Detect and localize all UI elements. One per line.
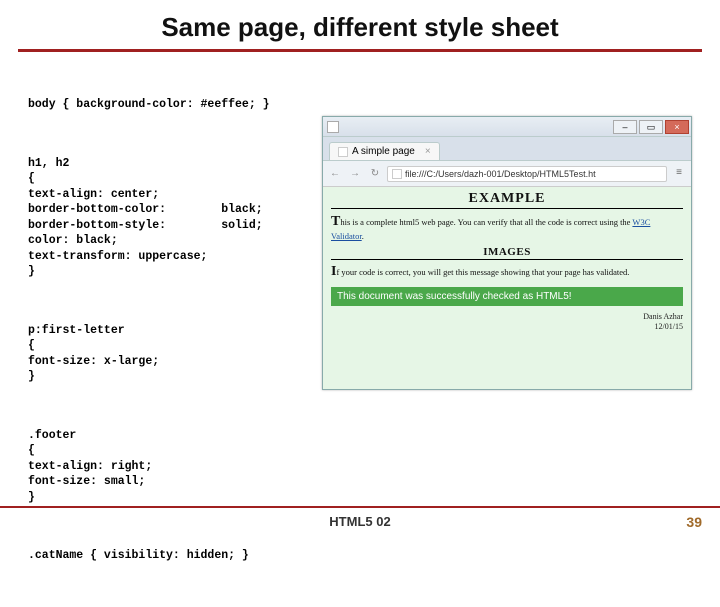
window-icon — [327, 121, 339, 133]
slide-footer: HTML5 02 39 — [0, 506, 720, 540]
page-footer: Danis Azhar 12/01/15 — [331, 312, 683, 331]
p1-text: his is a complete html5 web page. You ca… — [340, 217, 632, 227]
slide-title: Same page, different style sheet — [18, 0, 702, 52]
page-heading-example: EXAMPLE — [331, 191, 683, 209]
validation-banner: This document was successfully checked a… — [331, 287, 683, 306]
footer-name: Danis Azhar — [331, 312, 683, 322]
favicon-icon — [338, 147, 348, 157]
maximize-button[interactable]: ▭ — [639, 120, 663, 134]
browser-viewport: EXAMPLE This is a complete html5 web pag… — [323, 187, 691, 389]
dropcap: T — [331, 214, 340, 229]
page-paragraph-1: This is a complete html5 web page. You c… — [331, 213, 683, 242]
close-button[interactable]: × — [665, 120, 689, 134]
page-paragraph-2: If your code is correct, you will get th… — [331, 263, 683, 281]
slide-number: 39 — [686, 514, 702, 530]
file-protocol-icon — [392, 169, 402, 179]
forward-button[interactable]: → — [347, 166, 363, 182]
code-block-footer: .footer { text-align: right; font-size: … — [28, 428, 692, 506]
browser-tab[interactable]: A simple page × — [329, 142, 440, 160]
browser-toolbar: ← → ↻ file:///C:/Users/dazh-001/Desktop/… — [323, 161, 691, 187]
page-heading-images: IMAGES — [331, 246, 683, 260]
p2-text: f your code is correct, you will get thi… — [336, 267, 629, 277]
tab-label: A simple page — [352, 146, 415, 157]
address-bar[interactable]: file:///C:/Users/dazh-001/Desktop/HTML5T… — [387, 166, 667, 182]
browser-window: – ▭ × A simple page × ← → ↻ file:///C:/U… — [322, 116, 692, 390]
browser-titlebar: – ▭ × — [323, 117, 691, 137]
tab-close-icon[interactable]: × — [425, 146, 431, 157]
window-controls: – ▭ × — [611, 120, 689, 134]
p1-end: . — [362, 231, 364, 241]
address-text: file:///C:/Users/dazh-001/Desktop/HTML5T… — [405, 169, 596, 179]
slide: Same page, different style sheet body { … — [0, 0, 720, 540]
code-block-catname: .catName { visibility: hidden; } — [28, 548, 692, 564]
footer-date: 12/01/15 — [331, 322, 683, 332]
minimize-button[interactable]: – — [613, 120, 637, 134]
code-block-body: body { background-color: #eeffee; } — [28, 97, 692, 113]
slide-footer-label: HTML5 02 — [329, 514, 390, 529]
browser-tabstrip: A simple page × — [323, 137, 691, 161]
reload-button[interactable]: ↻ — [367, 166, 383, 182]
menu-button[interactable]: ≡ — [671, 166, 687, 182]
back-button[interactable]: ← — [327, 166, 343, 182]
